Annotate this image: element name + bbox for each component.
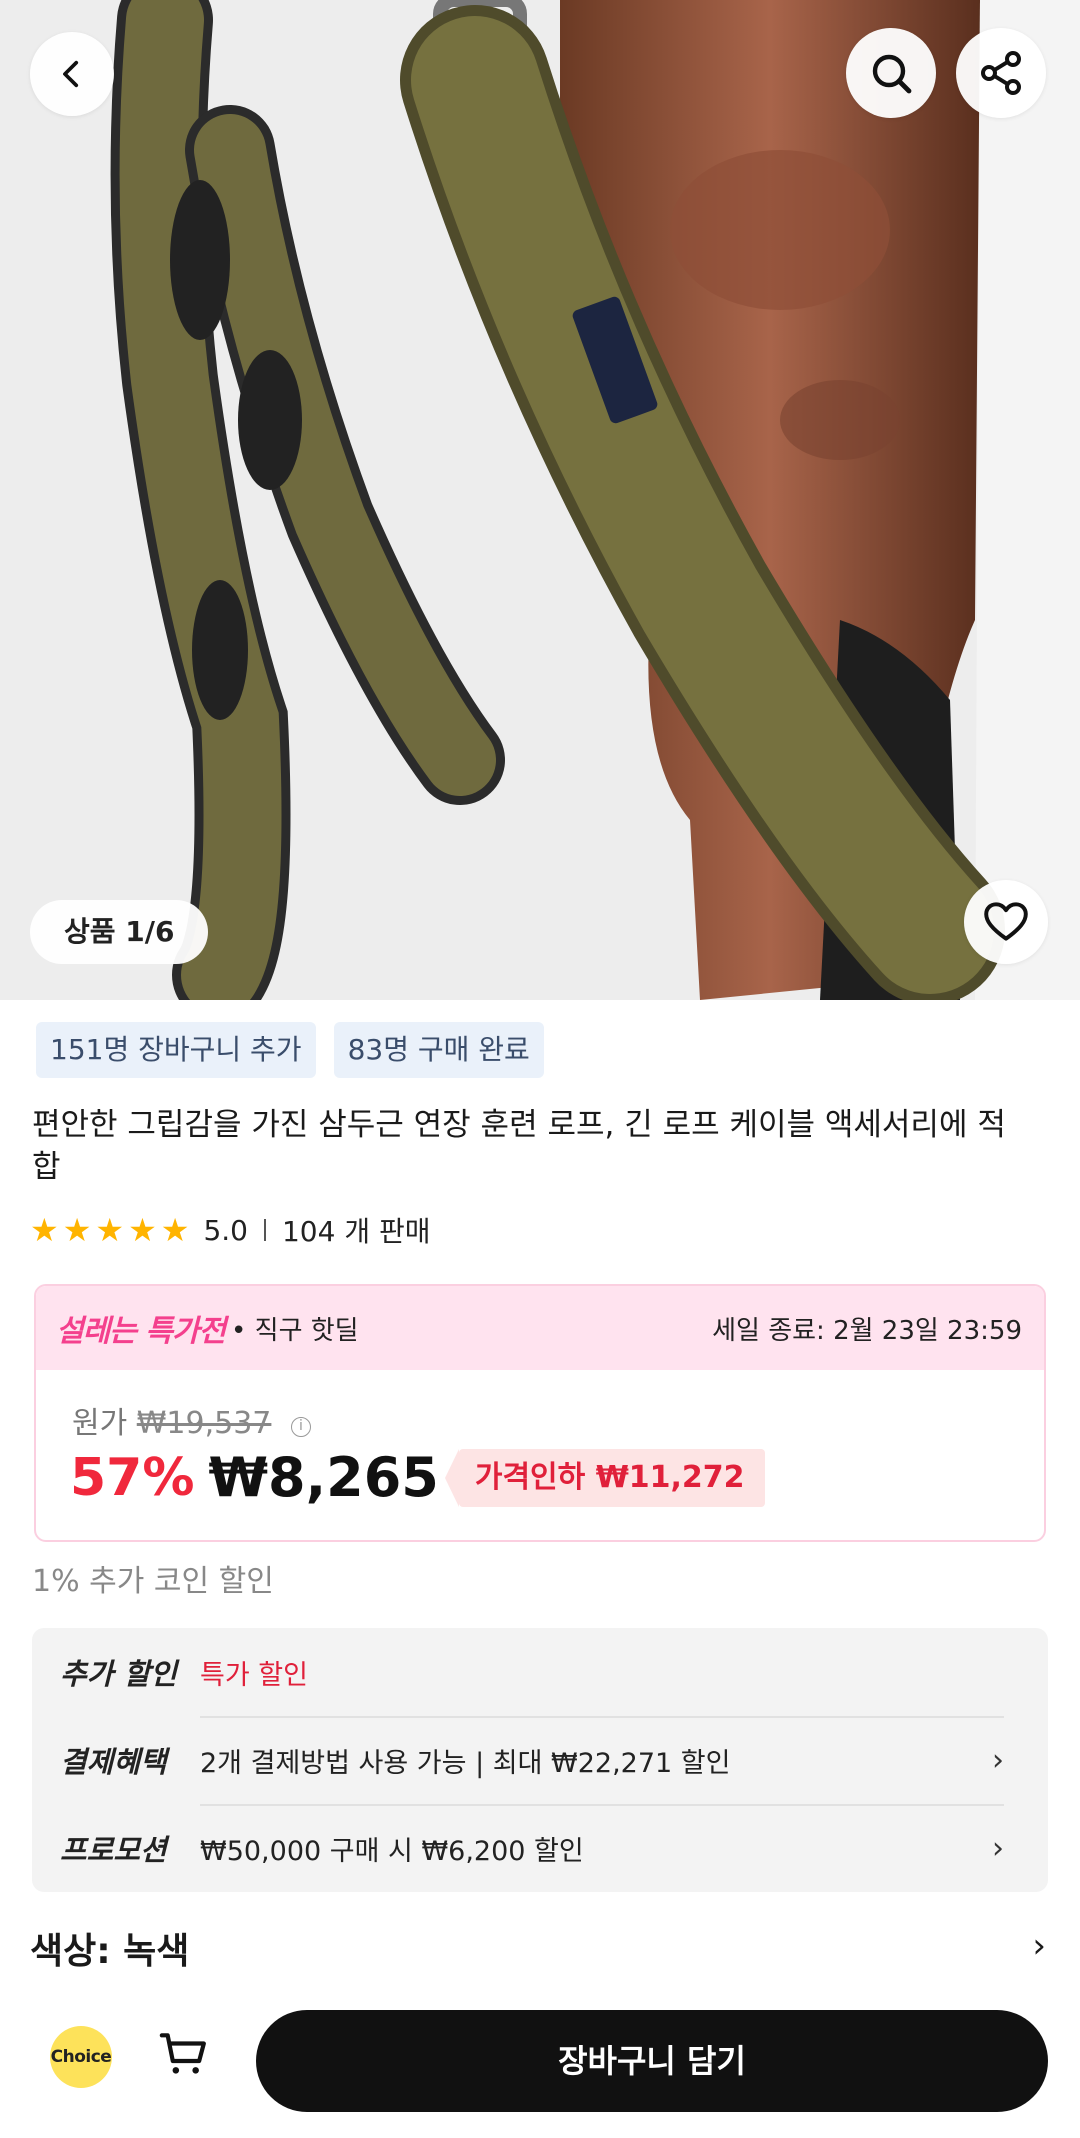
color-option-row[interactable]: 색상: 녹색 ›: [30, 1922, 1046, 1974]
share-icon: [981, 51, 1021, 95]
purchased-badge: 83명 구매 완료: [333, 1022, 544, 1078]
rating-value: 5.0: [203, 1213, 248, 1247]
wishlist-button[interactable]: [964, 880, 1048, 964]
sale-event-logo: 설레는 특가전: [56, 1314, 226, 1349]
cart-added-badge: 151명 장바구니 추가: [36, 1022, 316, 1078]
original-price-label: 원가: [72, 1406, 128, 1441]
star-icon: ★: [95, 1211, 125, 1249]
extra-discount-label: 추가 할인: [60, 1657, 177, 1691]
rating-stars: ★ ★ ★ ★ ★: [30, 1214, 189, 1246]
original-price-row: 원가 ₩19,537 i: [72, 1398, 311, 1442]
price-drop-tag: 가격인하 ₩11,272: [444, 1448, 765, 1507]
price-row: 57% ₩8,265 가격인하 ₩11,272: [70, 1446, 765, 1509]
image-counter: 상품 1/6: [30, 900, 209, 964]
info-icon[interactable]: i: [290, 1417, 311, 1437]
sale-end-time: 세일 종료: 2월 23일 23:59: [712, 1315, 1022, 1346]
chevron-right-icon: ›: [992, 1742, 1004, 1778]
product-title: 편안한 그립감을 가진 삼두근 연장 훈련 로프, 긴 로프 케이블 액세서리에…: [32, 1107, 1006, 1185]
extra-discount-value: 특가 할인: [200, 1659, 308, 1691]
promotion-value: ₩50,000 구매 시 ₩6,200 할인: [200, 1835, 584, 1867]
star-icon: ★: [30, 1211, 59, 1249]
rating-row[interactable]: ★ ★ ★ ★ ★ 5.0 104 개 판매: [30, 1210, 431, 1250]
payment-benefit-label: 결제혜택: [60, 1745, 167, 1779]
choice-badge[interactable]: Choice: [50, 2026, 112, 2088]
chevron-left-icon: [63, 60, 79, 88]
product-image-gallery[interactable]: 상품 1/6: [0, 0, 1080, 1000]
star-icon: ★: [160, 1211, 190, 1249]
coin-discount: 1% 추가 코인 할인: [32, 1564, 274, 1599]
back-button[interactable]: [30, 32, 114, 116]
social-proof-badges: 151명 장바구니 추가 83명 구매 완료: [36, 1022, 544, 1078]
discount-percent: 57%: [70, 1447, 195, 1508]
color-option-label: 색상: 녹색: [30, 1931, 190, 1972]
sale-price-box: 설레는 특가전 • 직구 핫딜 세일 종료: 2월 23일 23:59 원가 ₩…: [34, 1284, 1046, 1542]
chevron-right-icon: ›: [1032, 1926, 1046, 1966]
original-price: ₩19,537: [136, 1406, 272, 1441]
sale-subtitle: • 직구 핫딜: [231, 1315, 359, 1346]
chevron-right-icon: ›: [992, 1830, 1004, 1866]
divider: [263, 1219, 266, 1241]
star-icon: ★: [62, 1211, 92, 1249]
sale-banner[interactable]: 설레는 특가전 • 직구 핫딜 세일 종료: 2월 23일 23:59: [36, 1286, 1044, 1370]
share-button[interactable]: [956, 28, 1046, 118]
payment-benefit-row[interactable]: 결제혜택 2개 결제방법 사용 가능 | 최대 ₩22,271 할인 ›: [32, 1716, 1048, 1804]
sale-price: ₩8,265: [208, 1446, 439, 1509]
product-image: [0, 0, 1080, 1000]
search-button[interactable]: [846, 28, 936, 118]
add-to-cart-button[interactable]: 장바구니 담기: [256, 2010, 1048, 2112]
sold-count: 104 개 판매: [281, 1215, 431, 1248]
extra-discount-row: 추가 할인 특가 할인: [32, 1628, 1048, 1716]
discount-card: 추가 할인 특가 할인 결제혜택 2개 결제방법 사용 가능 | 최대 ₩22,…: [32, 1628, 1048, 1892]
heart-icon: [984, 902, 1028, 941]
cart-icon: [159, 2033, 206, 2074]
search-icon: [872, 54, 912, 94]
promotion-row[interactable]: 프로모션 ₩50,000 구매 시 ₩6,200 할인 ›: [32, 1804, 1048, 1892]
payment-benefit-value: 2개 결제방법 사용 가능 | 최대 ₩22,271 할인: [200, 1747, 731, 1779]
bottom-action-bar: Choice 장바구니 담기: [0, 1990, 1080, 2138]
promotion-label: 프로모션: [60, 1833, 167, 1867]
cart-button[interactable]: [156, 2026, 212, 2086]
star-icon: ★: [128, 1211, 157, 1249]
